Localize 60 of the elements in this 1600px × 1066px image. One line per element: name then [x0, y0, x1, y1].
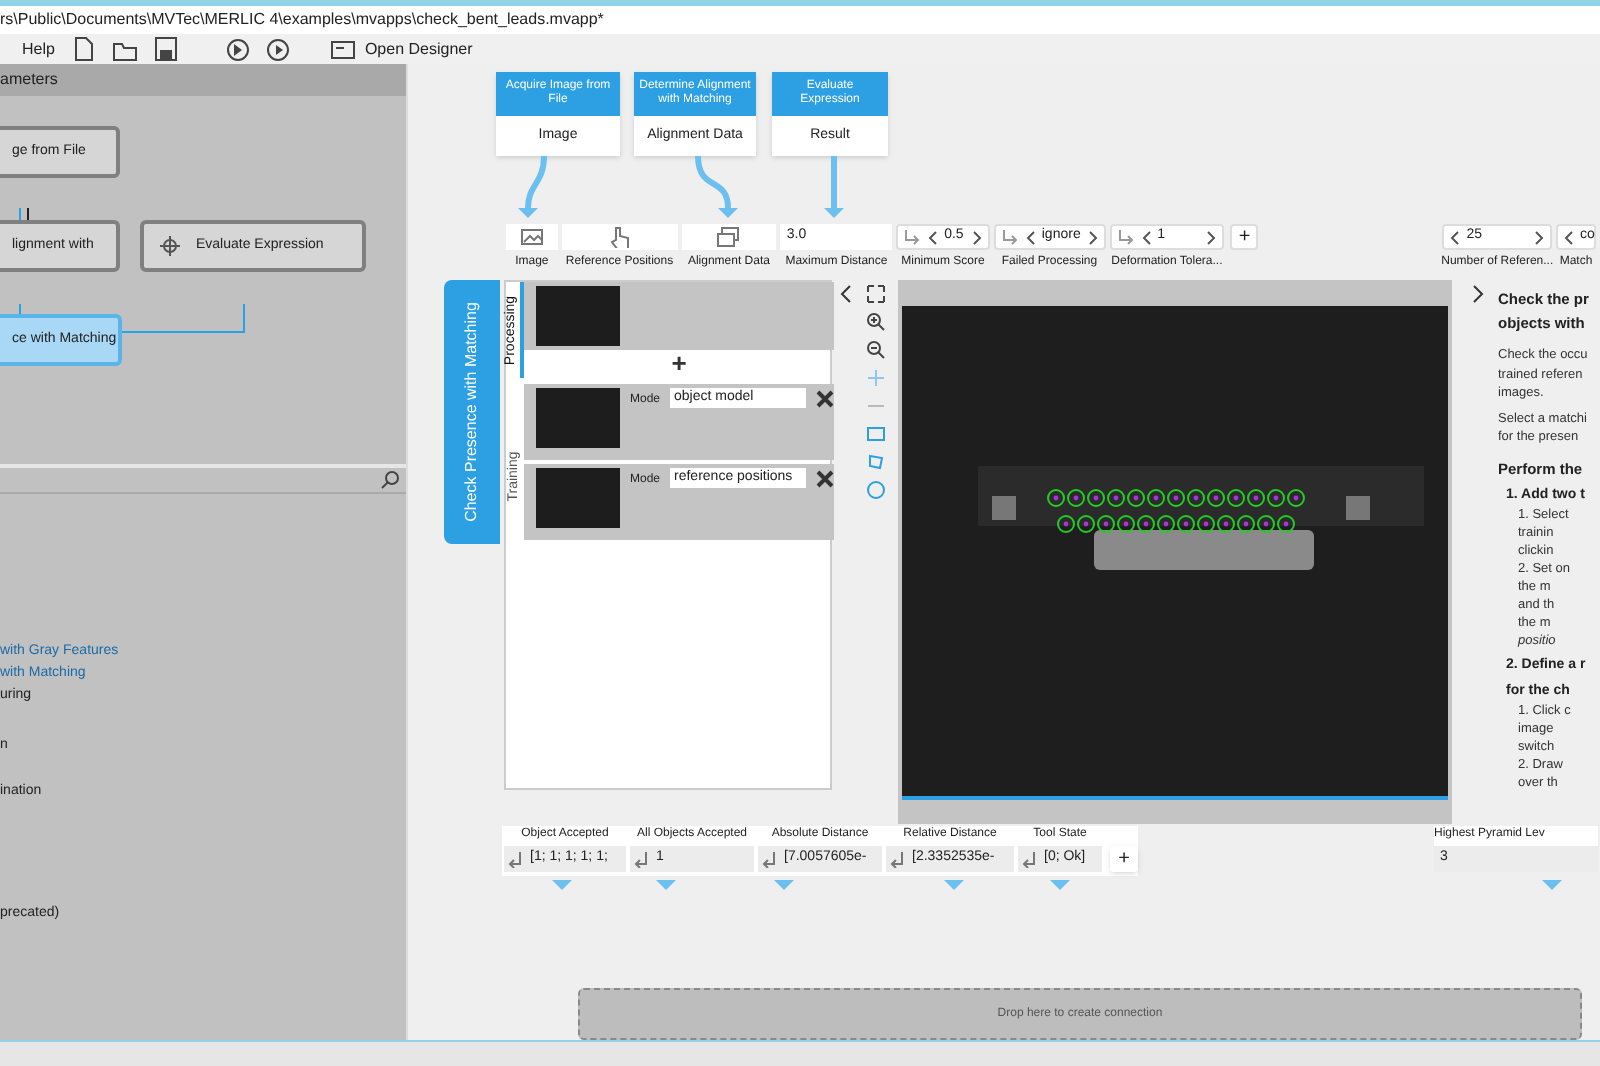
return-arrow-icon: [508, 850, 524, 868]
chevron-right-icon: [971, 228, 984, 246]
chevron-left-icon[interactable]: [838, 284, 854, 304]
open-designer-button[interactable]: Open Designer: [330, 37, 473, 61]
window-title: rs\Public\Documents\MVTec\MERLIC 4\examples\mvapps\check_bent_leads.mvapp*: [0, 8, 604, 32]
image-thumbnail: [536, 468, 620, 528]
designer-icon: [330, 37, 357, 61]
return-arrow-icon: [902, 228, 921, 246]
connection-arrow: [774, 880, 794, 890]
input-port[interactable]: [506, 224, 558, 250]
stacked-windows-icon: [716, 226, 741, 248]
panel-title: ameters: [0, 68, 58, 92]
new-file-icon[interactable]: [72, 36, 97, 62]
close-icon[interactable]: [816, 470, 835, 488]
search-icon: [380, 470, 400, 490]
chevron-left-icon: [926, 228, 939, 246]
connection-arrow: [695, 155, 738, 218]
search-field[interactable]: [0, 464, 406, 494]
connection-arrow: [1050, 880, 1070, 890]
input-port[interactable]: [681, 224, 777, 250]
add-button[interactable]: +: [1230, 224, 1259, 250]
chevron-right-icon[interactable]: [1470, 284, 1486, 304]
return-arrow-icon: [999, 228, 1018, 246]
return-arrow-icon: [762, 850, 778, 868]
connection-arrow: [518, 155, 547, 218]
hand-pointer-icon: [607, 226, 632, 248]
chevron-left-icon: [1023, 228, 1036, 246]
connection-arrow: [824, 156, 844, 218]
chevron-right-icon: [1087, 228, 1100, 246]
play-icon[interactable]: [266, 37, 291, 61]
rectangle-icon[interactable]: [866, 424, 886, 444]
connection-arrow: [552, 880, 572, 890]
zoom-in-icon[interactable]: [866, 312, 886, 332]
image-icon: [519, 226, 544, 248]
image-thumbnail: [536, 388, 620, 448]
return-arrow-icon: [634, 850, 650, 868]
chevron-right-icon: [1206, 228, 1219, 246]
polygon-icon[interactable]: [866, 452, 886, 472]
save-icon[interactable]: [154, 36, 179, 62]
circle-icon[interactable]: [866, 480, 886, 500]
input-port[interactable]: [561, 224, 678, 250]
chevron-left-icon: [1448, 228, 1461, 246]
connection-arrow: [1542, 880, 1562, 890]
add-button[interactable]: +: [1110, 846, 1138, 872]
crosshair-icon: [160, 236, 180, 256]
fit-icon[interactable]: [866, 284, 886, 304]
connection-arrow: [944, 880, 964, 890]
chevron-right-icon: [1534, 228, 1546, 246]
close-icon[interactable]: [816, 390, 835, 408]
image-thumbnail: [536, 286, 620, 346]
zoom-out-icon[interactable]: [866, 340, 886, 360]
return-arrow-icon: [890, 850, 906, 868]
connection-arrow: [656, 880, 676, 890]
chevron-left-icon: [1562, 228, 1574, 246]
step-icon[interactable]: [226, 37, 251, 61]
return-arrow-icon: [1115, 228, 1134, 246]
chevron-left-icon: [1139, 228, 1152, 246]
add-button[interactable]: +: [524, 350, 835, 376]
return-arrow-icon: [1022, 850, 1038, 868]
menu-item[interactable]: Help: [20, 37, 57, 61]
